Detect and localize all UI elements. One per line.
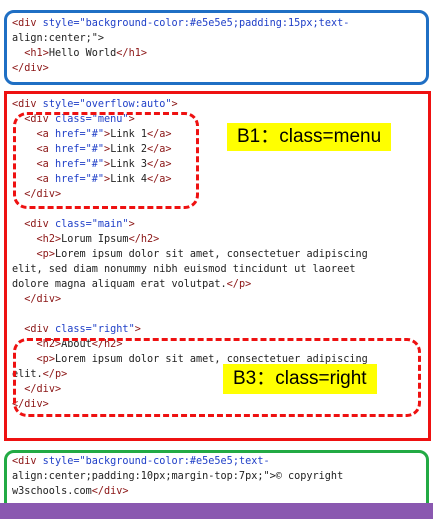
footer-code-line: <div style="background-color:#e5e5e5;tex… xyxy=(12,456,270,467)
header-code-line: </div> xyxy=(12,63,49,74)
container-code-line: </div> xyxy=(24,294,62,305)
container-code-line: elit, sed diam nonummy nibh euismod tinc… xyxy=(12,264,356,275)
header-code-line: <div style="background-color:#e5e5e5;pad… xyxy=(12,18,350,29)
header-code-line: align:center;"> xyxy=(12,33,105,44)
menu-highlight-box xyxy=(13,112,199,209)
container-code-line: dolore magna aliquam erat volutpat.</p> xyxy=(12,279,252,290)
header-code-line: <h1>Hello World</h1> xyxy=(24,48,147,59)
bottom-accent-bar xyxy=(0,503,433,519)
callout-b1-label: B1：class=menu xyxy=(227,123,392,151)
container-code-line xyxy=(12,307,368,322)
container-code-line: <h2>Lorum Ipsum</h2> xyxy=(36,234,160,245)
callout-b3-label: B3：class=right xyxy=(223,364,377,394)
container-code-line: <div class="right"> xyxy=(24,324,141,335)
container-code-line: <div style="overflow:auto"> xyxy=(12,99,178,110)
container-code-line: <div class="main"> xyxy=(24,219,135,230)
footer-code-line: align:center;padding:10px;margin-top:7px… xyxy=(12,471,344,482)
header-code: <div style="background-color:#e5e5e5;pad… xyxy=(12,16,349,76)
footer-code: <div style="background-color:#e5e5e5;tex… xyxy=(12,454,343,499)
footer-code-line: w3schools.com</div> xyxy=(12,486,129,497)
container-code-line: <p>Lorem ipsum dolor sit amet, consectet… xyxy=(36,249,368,260)
